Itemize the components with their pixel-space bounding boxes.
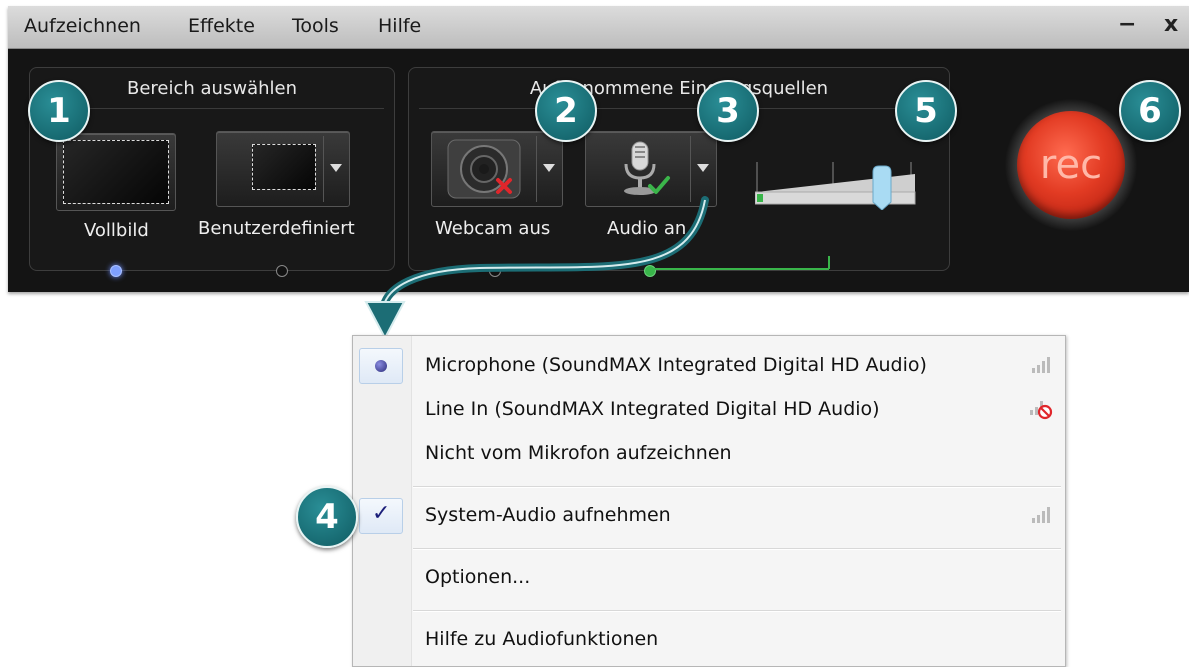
- chevron-down-icon[interactable]: [697, 164, 709, 172]
- checkmark-icon: ✓: [372, 501, 391, 526]
- checkbox-indicator: ✓: [359, 498, 403, 534]
- callout-4: 4: [296, 486, 358, 548]
- fullscreen-label: Vollbild: [84, 220, 149, 241]
- menu-separator: [413, 610, 1061, 612]
- close-button[interactable]: x: [1164, 12, 1178, 37]
- audio-level-line: [828, 256, 830, 269]
- custom-indicator: [276, 265, 288, 277]
- custom-area-button[interactable]: [216, 131, 350, 207]
- split-divider: [323, 136, 324, 202]
- menu-separator: [413, 548, 1061, 550]
- menu-item-microphone[interactable]: Microphone (SoundMAX Integrated Digital …: [425, 354, 927, 376]
- menu-bar: Aufzeichnen Effekte Tools Hilfe − x: [8, 6, 1189, 49]
- custom-area-label: Benutzerdefiniert: [198, 218, 355, 239]
- sources-panel-title: Aufgenommene Eingangsquellen: [529, 78, 829, 99]
- menu-aufzeichnen[interactable]: Aufzeichnen: [24, 15, 141, 37]
- fullscreen-selected-indicator: [110, 265, 122, 277]
- callout-5: 5: [895, 80, 957, 142]
- radio-dot-icon: [375, 360, 387, 372]
- menu-separator: [413, 486, 1061, 488]
- chevron-down-icon[interactable]: [543, 164, 555, 172]
- menu-item-line-in[interactable]: Line In (SoundMAX Integrated Digital HD …: [425, 398, 880, 420]
- fullscreen-button[interactable]: [56, 133, 176, 211]
- callout-1: 1: [28, 80, 90, 142]
- slider-thumb[interactable]: [872, 165, 892, 210]
- rec-button[interactable]: rec: [1017, 111, 1125, 219]
- fullscreen-icon: [63, 140, 169, 204]
- panel-divider: [40, 108, 384, 109]
- menu-item-no-microphone[interactable]: Nicht vom Mikrofon aufzeichnen: [425, 442, 732, 464]
- menu-hilfe[interactable]: Hilfe: [378, 15, 421, 37]
- custom-area-icon: [252, 144, 316, 190]
- audio-dropdown-menu: Microphone (SoundMAX Integrated Digital …: [352, 335, 1066, 667]
- callout-6: 6: [1119, 80, 1181, 142]
- menu-item-options[interactable]: Optionen...: [425, 566, 530, 588]
- signal-bars-icon: [1032, 357, 1050, 373]
- menu-item-system-audio[interactable]: System-Audio aufnehmen: [425, 504, 671, 526]
- menu-item-audio-help[interactable]: Hilfe zu Audiofunktionen: [425, 628, 658, 650]
- connector-arrow: [364, 196, 709, 340]
- callout-3: 3: [697, 80, 759, 142]
- panel-divider: [419, 108, 939, 109]
- chevron-down-icon[interactable]: [330, 164, 342, 172]
- signal-muted-icon: [1030, 401, 1053, 420]
- minimize-button[interactable]: −: [1118, 12, 1136, 37]
- menu-effekte[interactable]: Effekte: [188, 15, 255, 37]
- audio-volume-slider[interactable]: [755, 154, 919, 210]
- signal-bars-icon: [1032, 507, 1050, 523]
- callout-2: 2: [535, 80, 597, 142]
- radio-indicator: [359, 348, 403, 384]
- menu-tools[interactable]: Tools: [292, 15, 339, 37]
